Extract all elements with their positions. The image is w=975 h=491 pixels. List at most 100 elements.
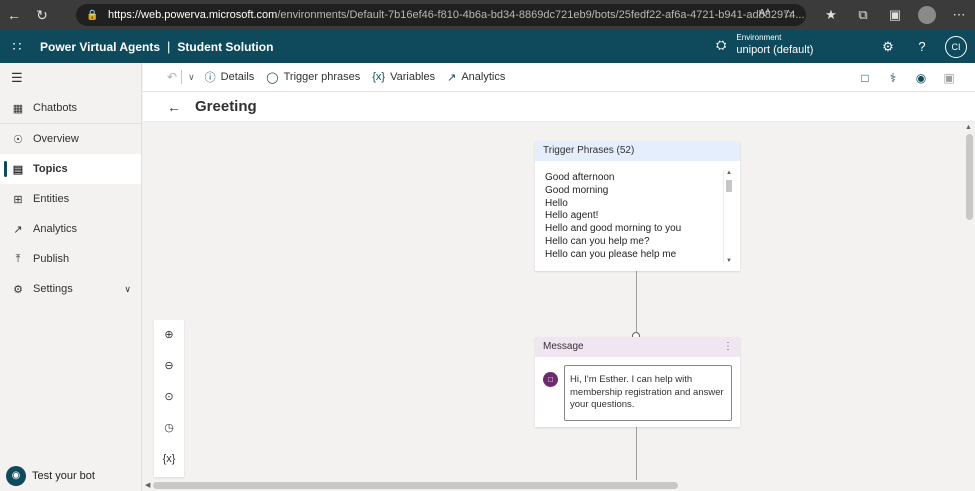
zoom-out-icon[interactable]: ⊖ [154, 351, 184, 382]
variables-button[interactable]: {x} Variables [372, 71, 435, 83]
toolbar-right-icons: □ ⚕ ◉ ▣ [851, 63, 963, 92]
app-header: ∷ Power Virtual Agents | Student Solution … [0, 30, 975, 63]
topics-icon: ▤ [12, 163, 24, 176]
entities-icon: ⊞ [13, 193, 23, 206]
publish-icon: ⤒ [15, 252, 21, 265]
trigger-list-scrollbar[interactable]: ▲ ▼ [723, 170, 732, 264]
favorite-star-icon[interactable]: ☆ [783, 7, 794, 21]
page-title: Greeting [195, 98, 257, 115]
sidebar-item-settings[interactable]: ⚙ Settings ∨ [0, 274, 141, 304]
trigger-phrase-list: Good afternoon Good morning Hello Hello … [545, 172, 725, 262]
message-node[interactable]: Message ⋮ □ Hi, I'm Esther. I can help w… [535, 337, 740, 427]
canvas-vertical-scrollbar[interactable]: ▲ [963, 122, 975, 480]
variables-panel-icon[interactable]: {x} [154, 444, 184, 475]
sidebar: ☰ ▦ Chatbots ☉ Overview ▤ Topics ⊞ Entit… [0, 63, 142, 491]
message-node-title: Message [543, 341, 584, 352]
refresh-icon[interactable]: ↻ [28, 0, 56, 30]
analytics-button[interactable]: ↗ Analytics [447, 71, 505, 84]
back-icon[interactable]: ← [0, 0, 28, 30]
history-icon[interactable]: ◷ [154, 413, 184, 444]
sidebar-item-label: Entities [33, 193, 70, 205]
scroll-down-icon[interactable]: ▼ [726, 258, 732, 264]
sidebar-item-entities[interactable]: ⊞ Entities [0, 184, 141, 214]
sidebar-item-publish[interactable]: ⤒ Publish [0, 244, 141, 274]
app-name: Power Virtual Agents [40, 40, 161, 54]
node-connector [636, 271, 637, 332]
list-item: Good afternoon [545, 172, 615, 183]
analytics-label: Analytics [461, 71, 506, 83]
read-aloud-icon[interactable]: Aᴬ [759, 8, 770, 19]
test-icon[interactable]: ◉ [907, 71, 935, 85]
list-item: Hello can you help me? [545, 235, 650, 247]
environment-value: uniport (default) [736, 44, 814, 56]
collections-icon[interactable]: ⧉ [847, 7, 879, 23]
settings-icon: ⚙ [13, 283, 23, 296]
undo-dropdown-icon[interactable]: ∨ [181, 70, 195, 84]
trigger-phrases-node[interactable]: Trigger Phrases (52) Good afternoon Good… [535, 141, 740, 271]
chatbots-icon: ▦ [12, 102, 24, 115]
back-arrow-icon[interactable]: ← [167, 99, 181, 115]
command-bar: ↶ ∨ ⓘ Details ◯ Trigger phrases {x} Vari… [143, 63, 975, 92]
test-bot-label: Test your bot [32, 470, 95, 482]
app-title: Power Virtual Agents | Student Solution [40, 39, 273, 54]
variables-label: Variables [390, 71, 436, 83]
details-button[interactable]: ⓘ Details [205, 69, 255, 85]
list-item: Hello and good morning to you [545, 223, 682, 235]
chevron-down-icon[interactable]: ∨ [124, 284, 131, 295]
address-bar[interactable]: 🔒 https://web.powerva.microsoft.com/envi… [76, 4, 806, 26]
favorites-icon[interactable]: ★ [815, 7, 847, 23]
undo-icon[interactable]: ↶ [167, 70, 177, 84]
comment-icon[interactable]: □ [851, 71, 879, 85]
app-launcher-icon[interactable]: ∷ [0, 38, 34, 55]
sidebar-item-label: Overview [33, 133, 79, 145]
scrollbar-thumb[interactable] [153, 482, 678, 489]
scroll-up-icon[interactable]: ▲ [726, 170, 732, 176]
canvas-horizontal-scrollbar[interactable]: ◀ [143, 480, 975, 491]
save-icon[interactable]: ▣ [935, 71, 963, 85]
trigger-phrases-label: Trigger phrases [283, 71, 361, 83]
sidebar-item-chatbots[interactable]: ▦ Chatbots [0, 93, 141, 123]
browser-profile-avatar[interactable] [918, 6, 936, 24]
scrollbar-thumb[interactable] [726, 180, 732, 192]
test-bot-button[interactable]: ◉ Test your bot [0, 461, 142, 491]
node-connector [636, 427, 637, 480]
trigger-icon: ◯ [266, 71, 279, 84]
help-icon[interactable]: ? [905, 39, 939, 54]
zoom-controls: ⊕ ⊖ ⊙ ◷ {x} [154, 320, 184, 477]
page-title-bar: ← Greeting [143, 92, 975, 122]
scroll-left-icon[interactable]: ◀ [145, 481, 150, 489]
list-item: Hello agent! [545, 210, 599, 222]
more-icon[interactable]: ⋯ [943, 7, 975, 23]
trigger-node-header: Trigger Phrases (52) [535, 141, 740, 161]
sidebar-item-analytics[interactable]: ↗ Analytics [0, 214, 141, 244]
message-text-box[interactable]: Hi, I'm Esther. I can help with membersh… [564, 365, 732, 421]
trigger-phrases-button[interactable]: ◯ Trigger phrases [266, 71, 360, 84]
sidebar-item-topics[interactable]: ▤ Topics [0, 154, 141, 184]
settings-gear-icon[interactable]: ⚙ [871, 39, 905, 55]
sidebar-item-label: Topics [33, 163, 68, 175]
overview-icon: ☉ [13, 133, 23, 146]
extension-icon[interactable]: ▣ [879, 7, 911, 23]
list-item: Hello can you please help me [545, 248, 677, 260]
browser-toolbar: ← ↻ 🔒 https://web.powerva.microsoft.com /… [0, 0, 975, 30]
hamburger-menu-icon[interactable]: ☰ [0, 63, 141, 93]
user-avatar[interactable]: CI [945, 35, 967, 58]
scroll-up-icon[interactable]: ▲ [965, 124, 972, 131]
url-path: /environments/Default-7b16ef46-f810-4b6a… [277, 9, 805, 21]
analytics-icon: ↗ [13, 223, 23, 236]
message-bubble-icon: □ [543, 372, 558, 387]
sidebar-item-overview[interactable]: ☉ Overview [0, 124, 141, 154]
analytics-chart-icon: ↗ [447, 71, 457, 84]
environment-picker[interactable]: ⛭ Environment uniport (default) [716, 33, 813, 57]
scrollbar-thumb[interactable] [966, 134, 973, 220]
lock-icon: 🔒 [86, 9, 99, 21]
variables-icon: {x} [372, 71, 386, 83]
recenter-icon[interactable]: ⊙ [154, 382, 184, 413]
more-options-icon[interactable]: ⋮ [723, 337, 733, 357]
zoom-in-icon[interactable]: ⊕ [154, 320, 184, 351]
details-label: Details [220, 71, 255, 83]
header-icons: ⚙ ? CI [871, 30, 967, 63]
message-node-header: Message ⋮ [535, 337, 740, 357]
topic-checker-icon[interactable]: ⚕ [879, 71, 907, 85]
environment-label: Environment [736, 33, 782, 42]
